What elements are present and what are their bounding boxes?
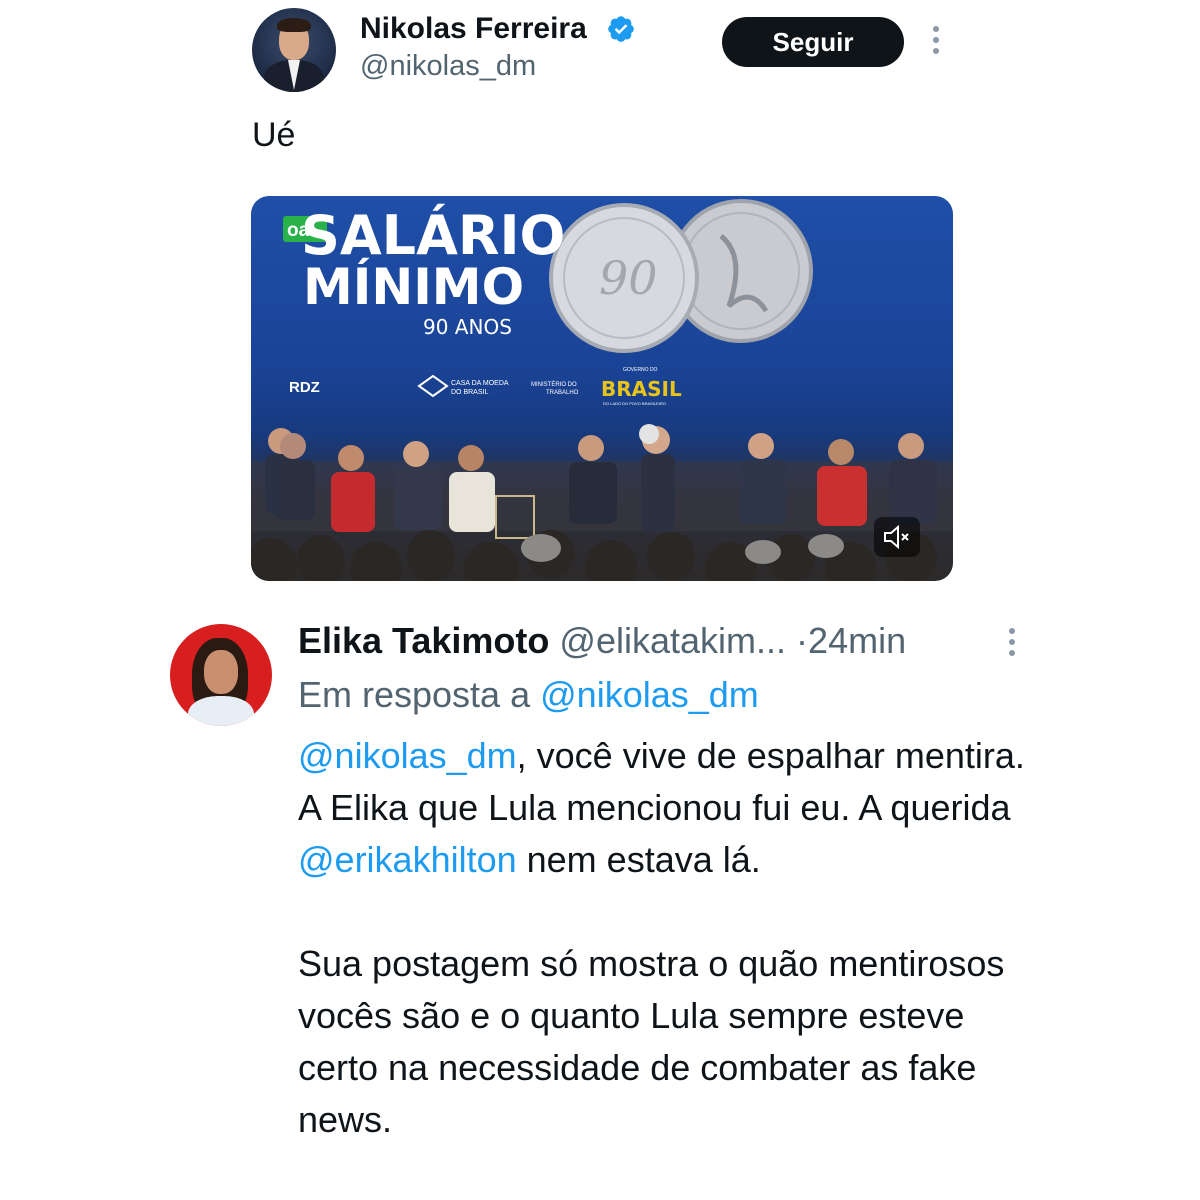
logo3-top: GOVERNO DO [623,367,658,373]
more-options-icon[interactable] [928,26,944,58]
logo1-line2: DO BRASIL [451,389,488,396]
reply-avatar[interactable] [170,624,272,726]
verified-badge-icon [608,16,634,42]
avatar-face [204,650,238,694]
reply-paragraph-1: @nikolas_dm, você vive de espalhar menti… [298,730,1038,886]
in-reply-to: Em resposta a @nikolas_dm [298,674,759,716]
reply-text: @nikolas_dm, você vive de espalhar menti… [298,730,1038,1146]
mention-link[interactable]: @nikolas_dm [298,735,517,776]
in-reply-to-mention[interactable]: @nikolas_dm [540,674,759,715]
banner-line2: MÍNIMO [303,257,524,316]
logo3-bottom: DO LADO DO POVO BRASILEIRO [603,401,666,406]
mention-link[interactable]: @erikakhilton [298,839,517,880]
avatar-shirt [188,696,254,726]
logo2-line2: TRABALHO [546,390,579,396]
separator-dot: · [796,620,809,661]
in-reply-to-label: Em resposta a [298,674,531,715]
logo3-main: BRASIL [601,377,682,401]
reply-timestamp[interactable]: 24min [808,620,906,661]
author-name[interactable]: Nikolas Ferreira [360,12,587,46]
rdz-text: RDZ [289,379,320,396]
author-avatar[interactable] [252,8,336,92]
follow-button[interactable]: Seguir [722,17,904,67]
video-frame: 90 oa! SALÁRIO MÍNIMO 90 ANOS RDZ CASA D… [251,199,953,581]
avatar-hair [277,18,311,32]
reply-author-name[interactable]: Elika Takimoto [298,620,549,661]
tweet-text: Ué [252,116,296,154]
svg-text:90: 90 [599,251,658,305]
logo2-line1: MINISTÉRIO DO [531,381,577,388]
tweet-video[interactable]: 90 oa! SALÁRIO MÍNIMO 90 ANOS RDZ CASA D… [251,196,953,581]
muted-speaker-icon[interactable] [874,517,920,557]
reply-author-handle[interactable]: @elikatakim... [559,620,786,661]
reply-more-options-icon[interactable] [1004,628,1020,664]
reply-text-part: nem estava lá. [516,839,761,880]
reply-header: Elika Takimoto @elikatakim... ·24min [298,620,906,662]
reply-paragraph-2: Sua postagem só mostra o quão mentirosos… [298,943,1005,1140]
logo1-line1: CASA DA MOEDA [451,380,509,387]
author-handle[interactable]: @nikolas_dm [360,50,536,83]
banner-line3: 90 ANOS [423,315,512,339]
